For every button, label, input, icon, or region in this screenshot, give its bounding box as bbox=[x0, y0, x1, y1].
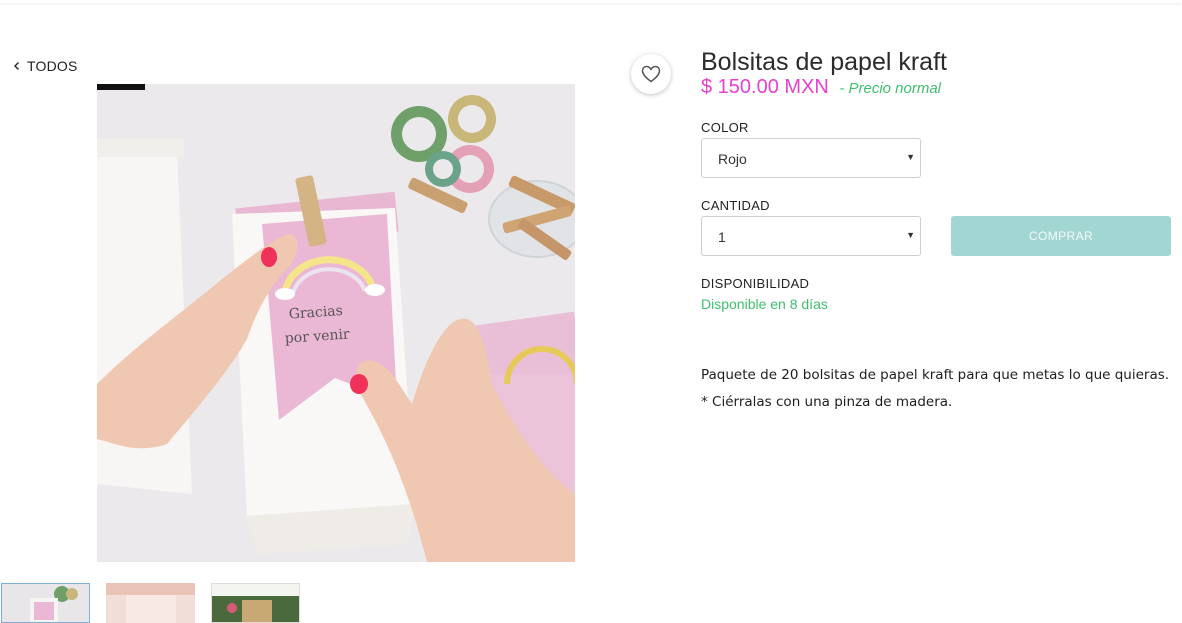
availability-value: Disponible en 8 días bbox=[701, 296, 828, 312]
back-link[interactable]: TODOS bbox=[13, 58, 78, 74]
caret-down-icon: ▼ bbox=[906, 230, 915, 240]
description-line-1: Paquete de 20 bolsitas de papel kraft pa… bbox=[701, 367, 1170, 383]
buy-button[interactable]: COMPRAR bbox=[951, 216, 1171, 256]
chevron-left-icon bbox=[14, 62, 19, 70]
price-note: - Precio normal bbox=[839, 80, 942, 97]
quantity-select[interactable]: 1 ▼ bbox=[701, 216, 921, 256]
top-bar bbox=[0, 0, 1182, 3]
color-select[interactable]: Rojo ▼ bbox=[701, 138, 921, 178]
product-main-image[interactable]: Gracias por venir bbox=[97, 84, 575, 562]
image-corner-mark bbox=[97, 84, 145, 90]
back-link-label: TODOS bbox=[27, 58, 78, 74]
product-title: Bolsitas de papel kraft bbox=[701, 48, 947, 76]
color-select-value: Rojo bbox=[718, 151, 747, 167]
thumbnail-2[interactable] bbox=[106, 583, 195, 623]
description-line-2: * Ciérralas con una pinza de madera. bbox=[701, 394, 953, 410]
quantity-label: CANTIDAD bbox=[701, 198, 770, 213]
thumbnail-3[interactable] bbox=[211, 583, 300, 623]
thumbnail-1[interactable] bbox=[1, 583, 90, 623]
caret-down-icon: ▼ bbox=[906, 152, 915, 162]
heart-icon bbox=[641, 65, 661, 83]
price-row: $ 150.00 MXN - Precio normal bbox=[701, 76, 941, 99]
quantity-select-value: 1 bbox=[718, 229, 726, 245]
favorite-button[interactable] bbox=[631, 54, 671, 94]
product-price: $ 150.00 MXN bbox=[701, 76, 829, 98]
availability-label: DISPONIBILIDAD bbox=[701, 276, 810, 291]
color-label: COLOR bbox=[701, 120, 749, 135]
